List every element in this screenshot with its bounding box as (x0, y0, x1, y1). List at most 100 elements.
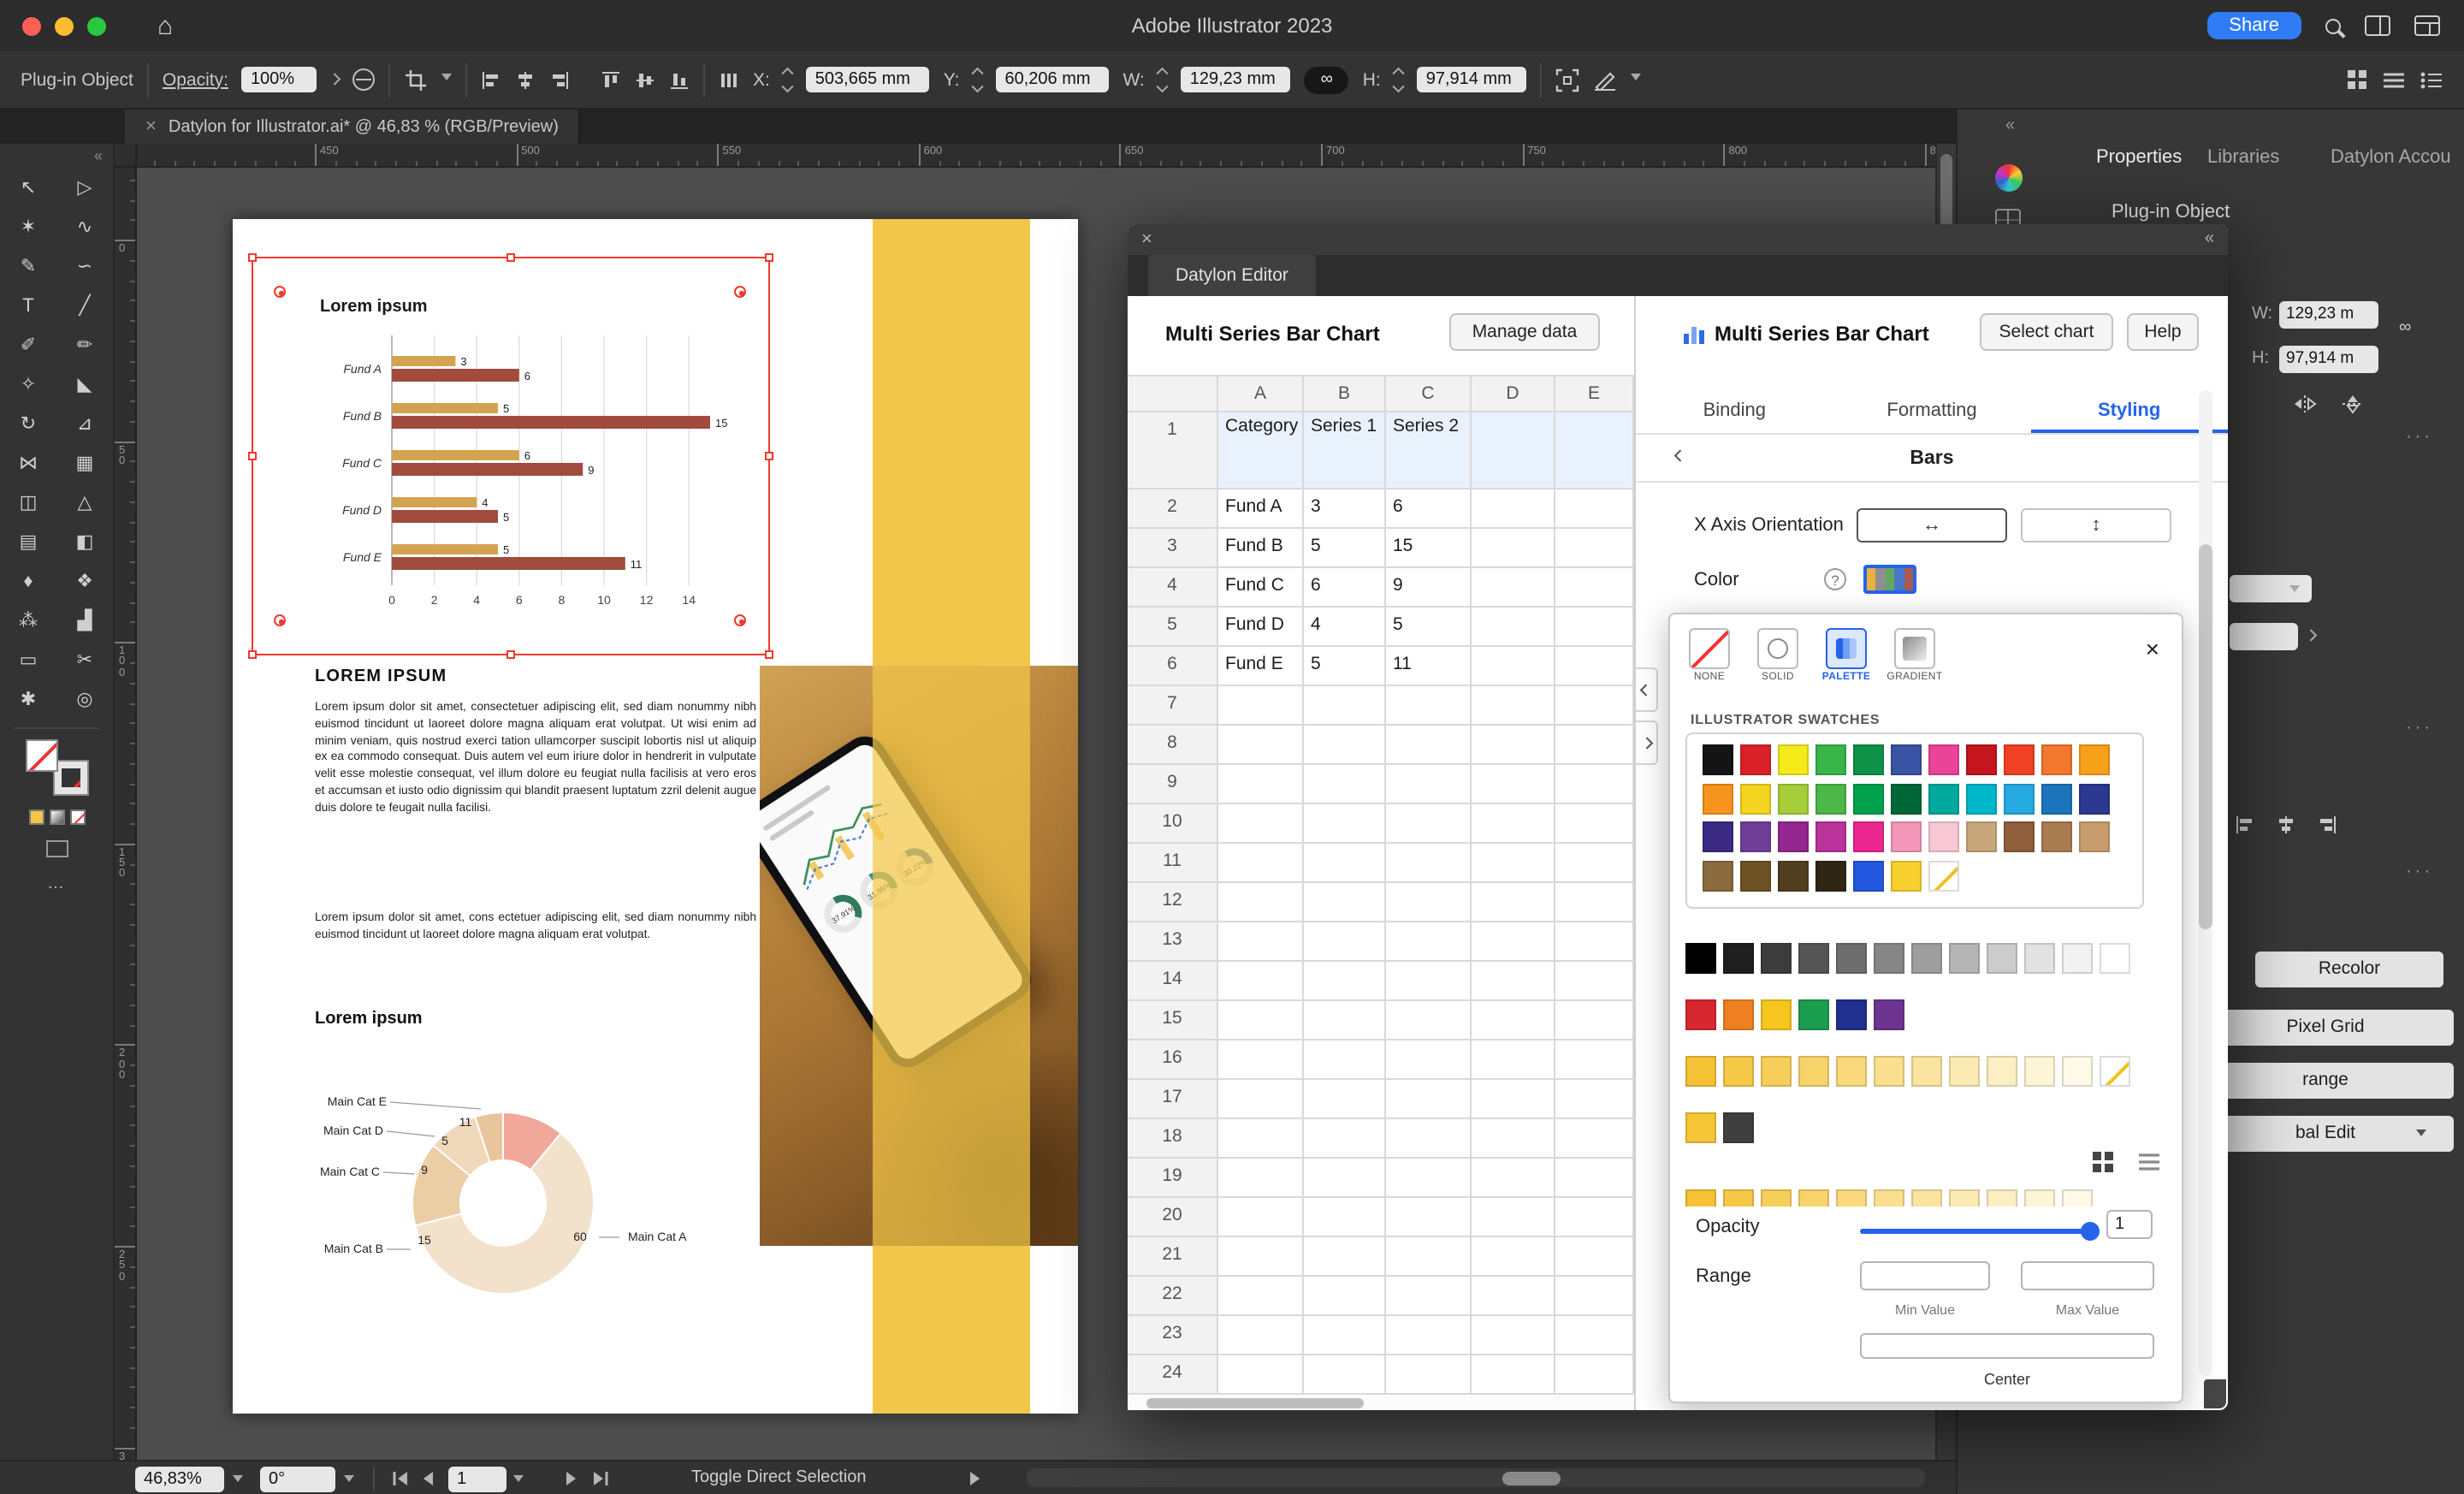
row-number[interactable]: 24 (1128, 1355, 1218, 1395)
w-stepper[interactable] (1156, 68, 1168, 92)
artboard-heading-2[interactable]: Lorem ipsum (315, 1010, 423, 1029)
grid-cell[interactable] (1386, 1119, 1472, 1159)
zoom-field[interactable]: 46,83% (135, 1466, 224, 1491)
collapse-datylon-icon[interactable]: « (2205, 228, 2214, 252)
color-swatch[interactable] (1761, 1189, 1792, 1206)
grid-cell[interactable] (1304, 1355, 1386, 1395)
datylon-editor-tab[interactable]: Datylon Editor (1148, 255, 1316, 296)
grid-cell[interactable] (1555, 686, 1634, 726)
selection-handle[interactable] (506, 650, 514, 659)
donut-chart-object[interactable]: Main Cat E Main Cat D Main Cat C Main Cat B… (301, 1092, 712, 1391)
color-swatch[interactable] (1911, 943, 1942, 974)
help-button[interactable]: Help (2127, 313, 2199, 351)
grid-cell[interactable] (1218, 686, 1304, 726)
color-swatch[interactable] (1761, 1056, 1792, 1087)
eyedropper-tool-icon[interactable]: ♦ (0, 561, 56, 601)
free-transform-tool-icon[interactable]: ▦ (56, 443, 113, 483)
color-swatch[interactable] (1815, 744, 1846, 775)
color-swatch[interactable] (2004, 821, 2035, 852)
grid-cell[interactable]: 6 (1304, 568, 1386, 608)
color-swatch[interactable] (1836, 999, 1867, 1030)
pencil-tool-icon[interactable]: ✏ (56, 325, 113, 365)
opacity-label[interactable]: Opacity: (163, 69, 228, 90)
row-number[interactable]: 19 (1128, 1159, 1218, 1198)
gradient-tool-icon[interactable]: ◧ (56, 522, 113, 561)
row-number[interactable]: 8 (1128, 726, 1218, 765)
grid-cell[interactable] (1555, 922, 1634, 962)
grid-cell[interactable] (1472, 647, 1555, 686)
grid-cell[interactable]: Series 2 (1386, 412, 1472, 489)
color-swatch[interactable] (1723, 1189, 1754, 1206)
row-number[interactable]: 21 (1128, 1237, 1218, 1277)
row-number[interactable]: 13 (1128, 922, 1218, 962)
y-stepper[interactable] (971, 68, 983, 92)
gradient-button-icon[interactable] (49, 809, 64, 825)
status-menu-icon[interactable] (968, 1470, 982, 1487)
color-swatch[interactable] (1740, 783, 1771, 814)
grid-cell[interactable] (1218, 1237, 1304, 1277)
color-swatch[interactable] (1740, 860, 1771, 891)
color-swatch[interactable] (1685, 943, 1716, 974)
first-artboard-icon[interactable] (392, 1470, 409, 1487)
width-tool-icon[interactable]: ⋈ (0, 443, 56, 483)
color-swatch[interactable] (1891, 783, 1922, 814)
transform-more-icon[interactable]: ··· (2406, 428, 2433, 447)
grid-cell[interactable] (1472, 1040, 1555, 1080)
color-swatch[interactable] (1911, 1056, 1942, 1087)
flip-horizontal-icon[interactable] (2293, 394, 2317, 414)
color-swatch[interactable] (1778, 783, 1809, 814)
grid-cell[interactable]: 11 (1386, 647, 1472, 686)
opacity-stepper-icon[interactable] (329, 74, 341, 86)
opacity-field[interactable]: 100% (241, 67, 317, 92)
color-swatch[interactable] (1949, 1189, 1980, 1206)
align-center-vertical-icon[interactable] (635, 69, 655, 90)
color-swatch[interactable] (1815, 860, 1846, 891)
tab-formatting[interactable]: Formatting (1833, 390, 2031, 433)
grid-cell[interactable] (1555, 1159, 1634, 1198)
next-artboard-icon[interactable] (565, 1470, 578, 1487)
color-swatch[interactable] (1891, 744, 1922, 775)
datylon-titlebar[interactable]: × « (1128, 224, 2228, 255)
edit-toolbar-icon[interactable]: … (0, 874, 113, 893)
close-window-button[interactable] (22, 16, 41, 35)
row-number[interactable]: 16 (1128, 1040, 1218, 1080)
close-document-icon[interactable]: × (145, 116, 157, 137)
color-swatch[interactable] (1685, 999, 1716, 1030)
grid-cell[interactable]: Series 1 (1304, 412, 1386, 489)
grid-cell[interactable] (1218, 1355, 1304, 1395)
color-button-icon[interactable] (28, 809, 44, 825)
column-header[interactable]: B (1304, 376, 1386, 412)
color-swatch[interactable] (1966, 821, 1997, 852)
hand-tool-icon[interactable]: ✱ (0, 679, 56, 719)
grid-cell[interactable] (1555, 1277, 1634, 1316)
color-swatch[interactable] (1911, 1189, 1942, 1206)
color-swatch[interactable] (1703, 783, 1733, 814)
row-number[interactable]: 15 (1128, 1001, 1218, 1040)
grid-cell[interactable] (1304, 962, 1386, 1001)
color-palette-button[interactable] (1863, 565, 1916, 594)
mesh-tool-icon[interactable]: ▤ (0, 522, 56, 561)
paintbrush-tool-icon[interactable]: ✐ (0, 325, 56, 365)
color-swatch[interactable] (2079, 783, 2110, 814)
y-field[interactable]: 60,206 mm (996, 67, 1110, 92)
grid-cell[interactable] (1304, 765, 1386, 804)
document-tab[interactable]: × Datylon for Illustrator.ai* @ 46,83 % … (125, 110, 581, 144)
grid-cell[interactable] (1472, 804, 1555, 844)
color-swatch[interactable] (1874, 999, 1904, 1030)
h-field[interactable]: 97,914 mm (1417, 67, 1527, 92)
symbol-sprayer-tool-icon[interactable]: ⁂ (0, 601, 56, 640)
grid-cell[interactable] (1472, 1198, 1555, 1237)
appearance-stepper-icon[interactable] (2305, 630, 2316, 641)
opacity-value-field[interactable]: 1 (2106, 1210, 2153, 1239)
color-swatch[interactable] (1740, 744, 1771, 775)
color-swatch[interactable] (2062, 943, 2093, 974)
close-datylon-icon[interactable]: × (1141, 228, 1152, 252)
row-number[interactable]: 23 (1128, 1316, 1218, 1355)
x-field[interactable]: 503,665 mm (806, 67, 930, 92)
grid-cell[interactable] (1218, 1001, 1304, 1040)
direct-selection-tool-icon[interactable]: ▷ (56, 168, 113, 207)
grid-cell[interactable] (1218, 1119, 1304, 1159)
color-swatch[interactable] (1874, 1189, 1904, 1206)
grid-cell[interactable] (1218, 726, 1304, 765)
row-number[interactable]: 11 (1128, 844, 1218, 883)
